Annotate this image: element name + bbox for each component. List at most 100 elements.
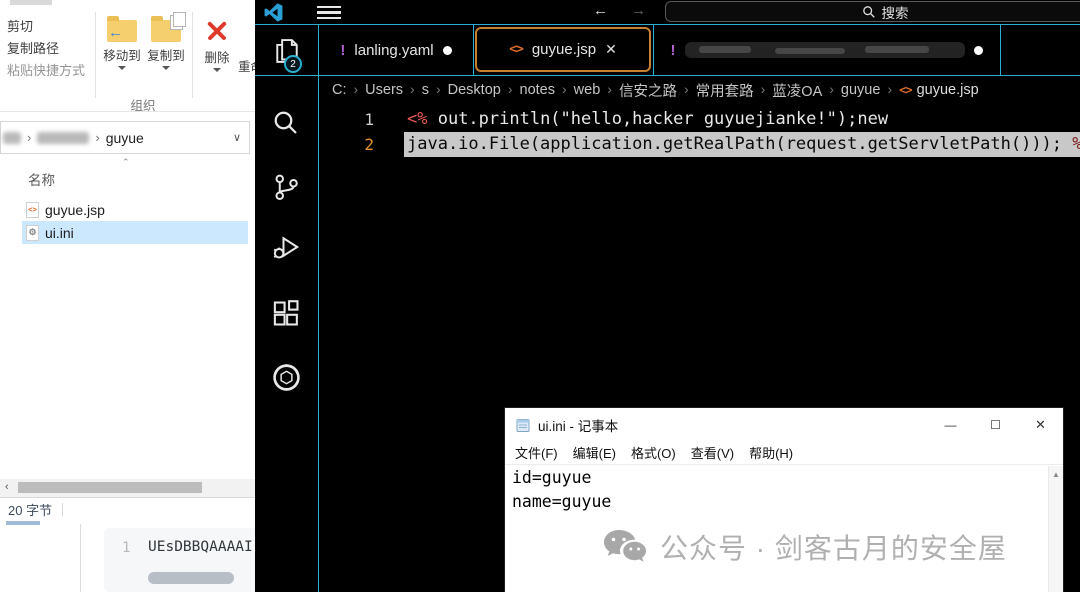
vscode-logo-icon — [264, 3, 283, 22]
breadcrumb-item[interactable]: web — [574, 82, 601, 98]
code-block[interactable]: 1 UEsDBBQAAAAI — [104, 528, 255, 592]
notepad-scrollbar[interactable]: ▲ — [1048, 466, 1063, 592]
maximize-button[interactable]: ☐ — [973, 408, 1018, 441]
search-command-center[interactable]: 搜索 — [665, 1, 1080, 22]
jsp-file-icon: <> — [509, 42, 523, 57]
rename-button[interactable]: 重命名 — [238, 56, 255, 75]
scrollbar-pill[interactable] — [148, 572, 234, 584]
file-explorer-window: 剪切 复制路径 粘贴快捷方式 ← 移动到 复制到 删除 重命名 组织 — [0, 0, 255, 520]
delete-button[interactable]: 删除 — [198, 14, 236, 72]
tab-divider — [1000, 25, 1001, 75]
blue-arrow-icon: ← — [108, 24, 123, 41]
menu-edit[interactable]: 编辑(E) — [573, 443, 616, 462]
breadcrumb-chevron-icon — [347, 81, 366, 99]
horizontal-scrollbar[interactable]: ‹ — [0, 479, 255, 497]
menu-help[interactable]: 帮助(H) — [749, 443, 793, 462]
tab-redacted[interactable]: ! — [653, 25, 1000, 75]
tab-divider — [473, 25, 474, 75]
breadcrumb-item[interactable]: 常用套路 — [696, 80, 754, 101]
notepad-icon — [515, 417, 531, 433]
line-number-2: 2 — [318, 132, 374, 157]
nav-back-icon[interactable]: ← — [593, 2, 608, 19]
address-bar[interactable]: guyue ∨ — [0, 121, 250, 154]
minimize-button[interactable]: — — [928, 408, 973, 441]
breadcrumb-chevron-icon — [600, 81, 619, 99]
jsp-open-tag: <% — [407, 109, 427, 129]
modified-dot-icon[interactable] — [974, 46, 983, 55]
menu-view[interactable]: 查看(V) — [691, 443, 734, 462]
breadcrumb-item-current[interactable]: guyue.jsp — [917, 82, 979, 98]
breadcrumb-item[interactable]: guyue — [841, 82, 881, 98]
dropdown-caret-icon — [118, 66, 126, 70]
notepad-menu-bar: 文件(F) 编辑(E) 格式(O) 查看(V) 帮助(H) — [505, 441, 1063, 465]
copy-to-label: 复制到 — [144, 45, 188, 64]
code-line-1[interactable]: <% out.println("hello,hacker guyuejianke… — [407, 107, 888, 132]
pane-divider — [80, 524, 81, 592]
scrollbar-thumb[interactable] — [18, 482, 202, 493]
breadcrumb-chevron-icon — [754, 81, 773, 99]
wechat-icon — [602, 527, 650, 567]
breadcrumb-chevron-icon — [21, 129, 37, 147]
redacted-tab-name — [685, 42, 965, 58]
breadcrumb-item[interactable]: s — [422, 82, 429, 98]
file-row-ui-ini[interactable]: ⚙ ui.ini — [22, 221, 248, 244]
yaml-warning-icon: ! — [671, 42, 676, 59]
breadcrumb-item[interactable]: C: — [332, 82, 347, 98]
breadcrumb-chevron-icon — [677, 81, 696, 99]
sort-ascending-icon[interactable]: ⌃ — [122, 157, 130, 168]
delete-x-icon — [204, 18, 230, 44]
notepad-title-bar[interactable]: ui.ini - 记事本 — ☐ ✕ — [505, 408, 1063, 441]
nav-forward-icon[interactable]: → — [631, 2, 646, 19]
move-to-folder-icon: ← — [107, 20, 137, 42]
copy-to-button[interactable]: 复制到 — [144, 14, 188, 70]
source-control-icon[interactable] — [271, 172, 301, 202]
scroll-up-icon[interactable]: ▲ — [1052, 470, 1060, 479]
delete-label: 删除 — [198, 47, 236, 66]
copy-path-command[interactable]: 复制路径 — [7, 38, 85, 60]
breadcrumb: C: Users s Desktop notes web 信安之路 常用套路 蓝… — [332, 76, 1080, 104]
breadcrumb-item[interactable]: notes — [520, 82, 555, 98]
scroll-left-icon[interactable]: ‹ — [5, 481, 9, 493]
pages-icon — [173, 12, 186, 27]
base64-text: UEsDBBQAAAAI — [148, 539, 253, 555]
menu-file[interactable]: 文件(F) — [515, 443, 558, 462]
breadcrumb-item[interactable]: Desktop — [448, 82, 501, 98]
code-file-icon: <> — [899, 83, 911, 97]
column-header-name[interactable]: 名称 — [28, 169, 55, 189]
jsp-file-icon: <> — [26, 202, 39, 218]
paste-shortcut-command[interactable]: 粘贴快捷方式 — [7, 60, 85, 82]
notepad-line: name=guyue — [505, 490, 1063, 514]
tab-guyue-jsp-active[interactable]: <> guyue.jsp ✕ — [475, 27, 651, 72]
search-label: 搜索 — [882, 2, 909, 22]
address-dropdown-icon[interactable]: ∨ — [233, 131, 241, 144]
file-row-guyue-jsp[interactable]: <> guyue.jsp — [22, 198, 248, 221]
move-to-button[interactable]: ← 移动到 — [100, 14, 144, 70]
breadcrumb-chevron-icon — [89, 129, 105, 147]
watermark-text: 公众号 · 剑客古月的安全屋 — [660, 527, 1007, 567]
tab-lanling-yaml[interactable]: ! lanling.yaml — [319, 25, 473, 75]
breadcrumb-chevron-icon — [822, 81, 841, 99]
explorer-status-bar: 20 字节 — [0, 497, 255, 520]
menu-format[interactable]: 格式(O) — [631, 443, 676, 462]
menu-hamburger-icon[interactable] — [317, 6, 341, 19]
code-text: java.io.File(application.getRealPath(req… — [407, 134, 1072, 154]
breadcrumb-item[interactable]: 信安之路 — [619, 80, 677, 101]
ribbon-divider — [95, 12, 96, 98]
breadcrumb-item[interactable]: 蓝凌OA — [772, 80, 822, 101]
extensions-icon[interactable] — [271, 298, 302, 329]
code-text: out.println("hello,hacker guyuejianke!")… — [427, 109, 888, 129]
dropdown-caret-icon — [213, 68, 221, 72]
run-debug-icon[interactable] — [271, 232, 301, 262]
line-number: 1 — [122, 540, 130, 556]
chatgpt-icon[interactable] — [271, 362, 302, 393]
breadcrumb-item[interactable]: Users — [365, 82, 403, 98]
search-sidebar-icon[interactable] — [271, 108, 301, 138]
tab-label: guyue.jsp — [532, 41, 596, 58]
screen: 剪切 复制路径 粘贴快捷方式 ← 移动到 复制到 删除 重命名 组织 — [0, 0, 1080, 592]
cut-command[interactable]: 剪切 — [7, 16, 85, 38]
address-crumb[interactable]: guyue — [106, 130, 144, 146]
close-button[interactable]: ✕ — [1018, 408, 1063, 441]
modified-dot-icon[interactable] — [443, 46, 452, 55]
selected-line-highlight[interactable]: java.io.File(application.getRealPath(req… — [404, 132, 1080, 157]
tab-close-icon[interactable]: ✕ — [605, 41, 617, 58]
